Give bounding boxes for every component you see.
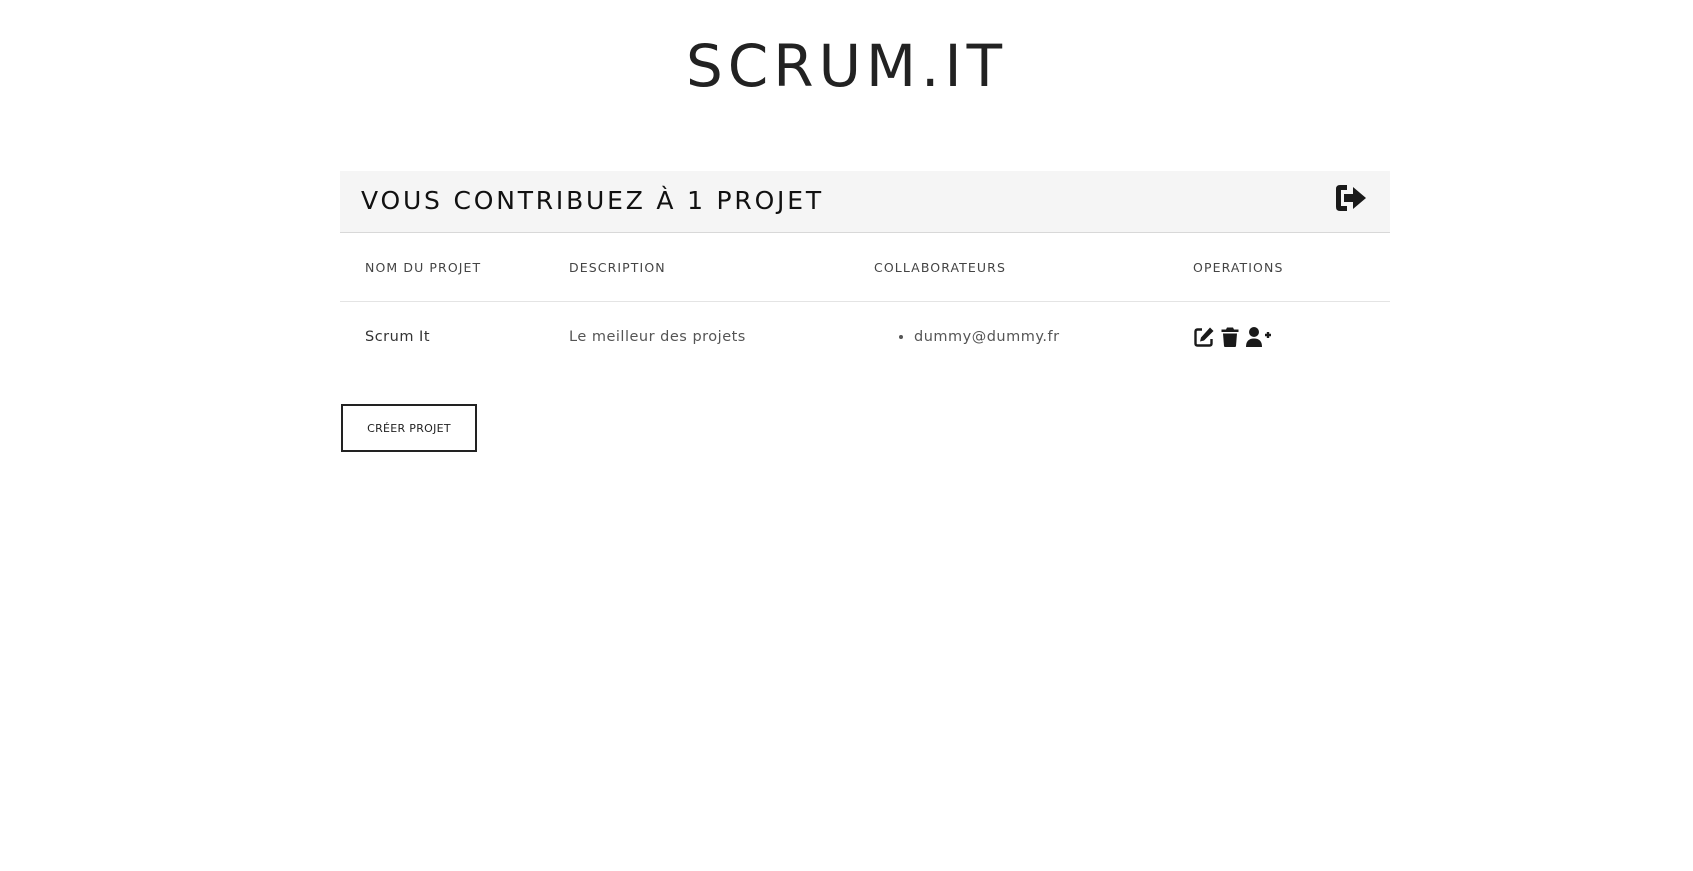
projects-table: NOM DU PROJET DESCRIPTION COLLABORATEURS… [340,233,1390,372]
panel-header: VOUS CONTRIBUEZ À 1 PROJET [340,171,1390,233]
column-header-collaborators: COLLABORATEURS [874,233,1193,302]
panel-heading: VOUS CONTRIBUEZ À 1 PROJET [361,186,824,215]
trash-icon[interactable] [1219,326,1241,348]
logout-button[interactable] [1334,183,1368,213]
column-header-description: DESCRIPTION [569,233,874,302]
projects-panel: VOUS CONTRIBUEZ À 1 PROJET NOM DU PROJET… [340,171,1390,372]
app-title: SCRUM.IT [685,32,1008,100]
column-header-operations: OPERATIONS [1193,233,1390,302]
table-row: Scrum It Le meilleur des projets dummy@d… [340,302,1390,373]
collaborator-list: dummy@dummy.fr [874,328,1193,346]
collaborator-item: dummy@dummy.fr [914,328,1193,346]
project-operations [1193,302,1390,373]
operations-group [1193,326,1390,348]
column-header-name: NOM DU PROJET [340,233,569,302]
sign-out-icon [1336,185,1366,211]
create-project-button[interactable]: CRÉER PROJET [341,404,477,452]
project-collaborators: dummy@dummy.fr [874,302,1193,373]
project-description: Le meilleur des projets [569,329,746,345]
table-header-row: NOM DU PROJET DESCRIPTION COLLABORATEURS… [340,233,1390,302]
edit-icon[interactable] [1193,326,1215,348]
user-plus-icon[interactable] [1245,326,1272,348]
project-name: Scrum It [365,329,431,345]
